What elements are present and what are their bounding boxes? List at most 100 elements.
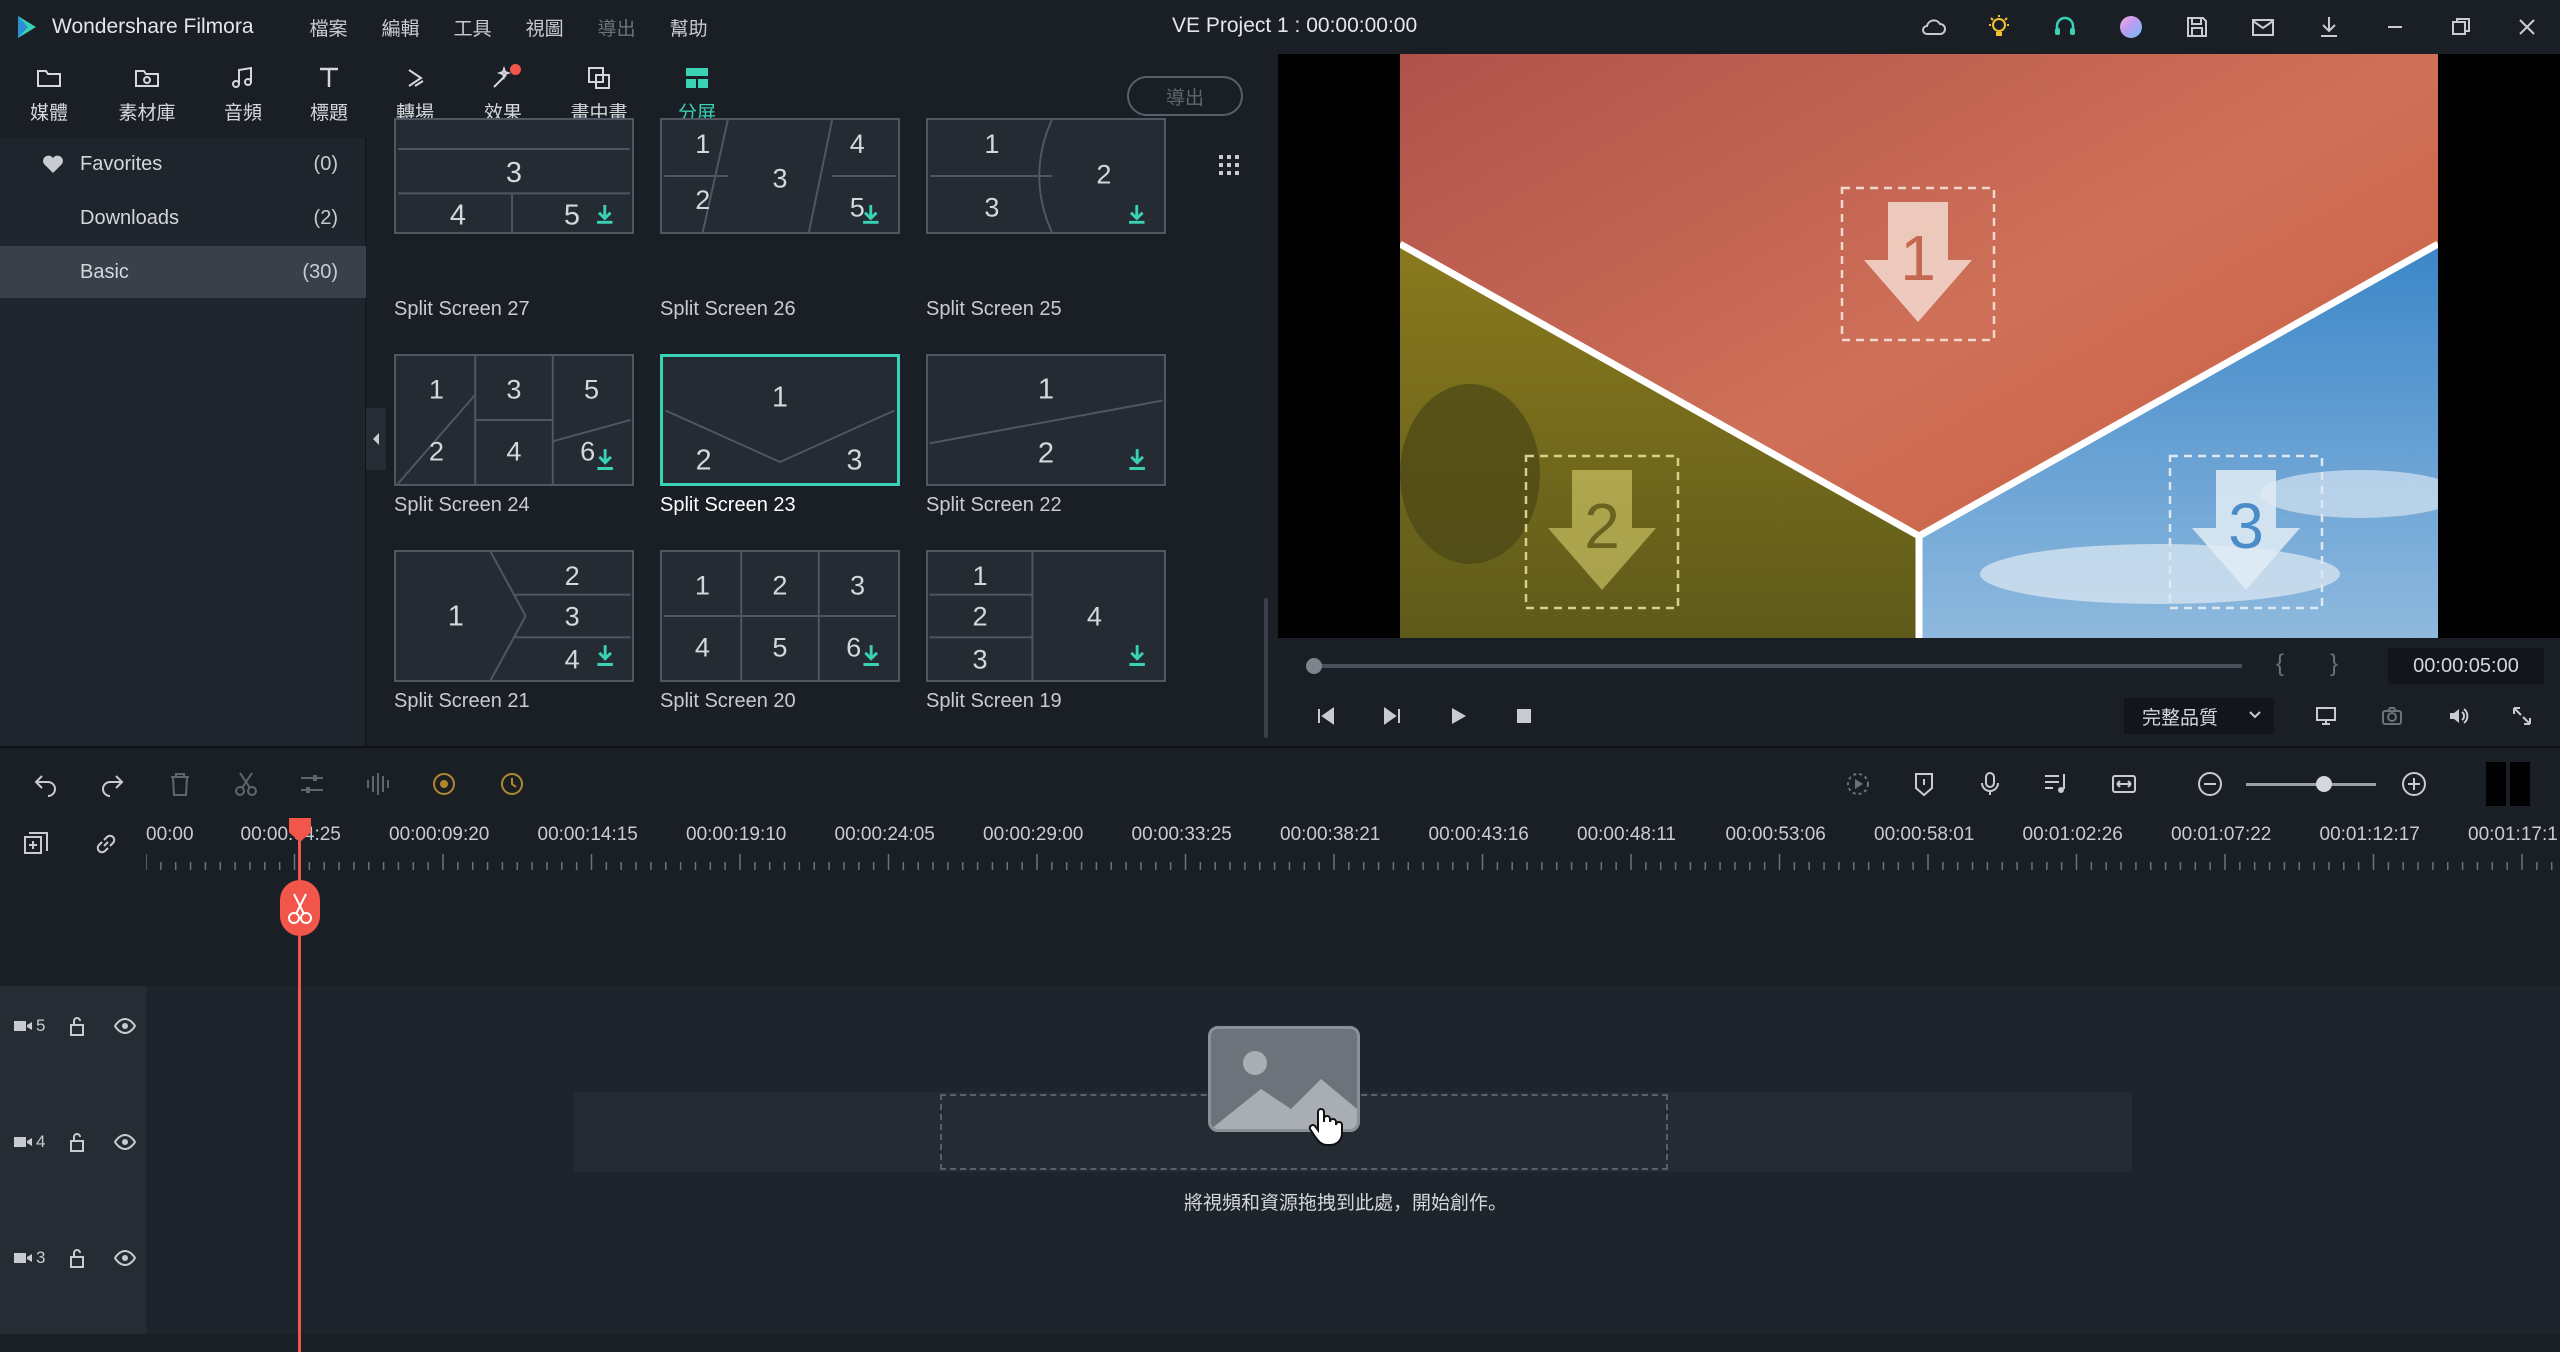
color-match-button[interactable] — [426, 766, 462, 802]
layout-toggle-button[interactable] — [2484, 760, 2532, 808]
menu-view[interactable]: 視圖 — [526, 14, 564, 41]
region-label: 4 — [695, 632, 710, 663]
split-screen-thumbnail-22[interactable]: 1 2 — [926, 354, 1166, 486]
menu-help[interactable]: 幫助 — [670, 14, 708, 41]
save-button[interactable] — [2164, 0, 2230, 54]
category-downloads[interactable]: Downloads (2) — [0, 192, 366, 244]
split-screen-thumbnail-25[interactable]: 1 2 3 — [926, 118, 1166, 234]
render-preview-button[interactable] — [1840, 766, 1876, 802]
redo-button[interactable] — [94, 766, 130, 802]
link-button[interactable] — [88, 826, 124, 862]
tab-media[interactable]: 媒體 — [6, 60, 92, 134]
account-button[interactable] — [2098, 0, 2164, 54]
tab-label: 標題 — [309, 103, 348, 124]
speed-button[interactable] — [494, 766, 530, 802]
export-button[interactable]: 導出 — [1127, 76, 1243, 116]
menu-file[interactable]: 檔案 — [310, 14, 348, 41]
audio-track-button[interactable] — [2038, 766, 2074, 802]
adjust-button[interactable] — [294, 766, 330, 802]
split-screen-thumbnail-27[interactable]: 3 4 5 — [394, 118, 634, 234]
restore-button[interactable] — [2428, 0, 2494, 54]
region-label: 3 — [772, 164, 787, 194]
download-icon[interactable] — [863, 204, 879, 224]
download-icon[interactable] — [597, 449, 613, 470]
marker-button[interactable] — [1906, 766, 1942, 802]
ruler-ticks — [146, 854, 2553, 870]
mail-button[interactable] — [2230, 0, 2296, 54]
tab-audio[interactable]: 音頻 — [200, 60, 286, 134]
split-screen-thumbnail-19[interactable]: 1 2 3 4 — [926, 550, 1166, 682]
zoom-out-button[interactable] — [2192, 766, 2228, 802]
tab-stock-media[interactable]: 素材庫 — [104, 60, 190, 134]
split-screen-thumbnail-26[interactable]: 1 2 3 4 5 — [660, 118, 900, 234]
volume-button[interactable] — [2440, 698, 2476, 734]
region-label: 3 — [984, 193, 999, 223]
play-button[interactable] — [1440, 698, 1476, 734]
mark-in-button[interactable]: { — [2276, 650, 2284, 678]
playhead-split-button[interactable] — [280, 880, 320, 936]
lock-track-button[interactable] — [66, 1246, 88, 1270]
category-favorites[interactable]: Favorites (0) — [0, 138, 366, 190]
toggle-visibility-button[interactable] — [114, 1130, 136, 1154]
category-count: (0) — [313, 152, 338, 175]
toggle-visibility-button[interactable] — [114, 1014, 136, 1038]
split-screen-thumbnail-21[interactable]: 1 2 3 4 — [394, 550, 634, 682]
zoom-in-button[interactable] — [2396, 766, 2432, 802]
download-icon[interactable] — [863, 645, 879, 666]
split-screen-thumbnail-23[interactable]: 1 2 3 — [660, 354, 900, 486]
toggle-visibility-button[interactable] — [114, 1246, 136, 1270]
download-icon[interactable] — [1129, 204, 1145, 224]
fit-timeline-button[interactable] — [2106, 766, 2142, 802]
minimize-button[interactable] — [2362, 0, 2428, 54]
split-screen-thumbnail-20[interactable]: 1 2 3 4 5 6 — [660, 550, 900, 682]
lock-track-button[interactable] — [66, 1130, 88, 1154]
split-screen-preview-image: 1 2 3 — [1400, 54, 2438, 638]
quality-dropdown[interactable]: 完整品質 — [2124, 698, 2274, 734]
preview-canvas[interactable]: 1 2 3 — [1400, 54, 2438, 638]
display-settings-button[interactable] — [2308, 698, 2344, 734]
cut-button[interactable] — [228, 766, 264, 802]
ruler-time-label: 00:00:48:11 — [1577, 824, 1676, 845]
add-track-button[interactable] — [18, 826, 54, 862]
next-frame-button[interactable] — [1374, 698, 1410, 734]
tab-titles[interactable]: 標題 — [286, 60, 372, 134]
scrubber-knob[interactable] — [1306, 658, 1322, 674]
lock-track-button[interactable] — [66, 1014, 88, 1038]
zoom-slider[interactable] — [2246, 783, 2376, 786]
menu-edit[interactable]: 編輯 — [382, 14, 420, 41]
video-track-3[interactable] — [146, 1218, 2560, 1334]
timeline-toolbar — [0, 746, 2560, 818]
delete-button[interactable] — [162, 766, 198, 802]
collapse-panel-button[interactable] — [366, 408, 386, 470]
download-icon[interactable] — [1129, 645, 1145, 666]
fullscreen-button[interactable] — [2504, 698, 2540, 734]
audio-mixer-button[interactable] — [360, 766, 396, 802]
menu-export[interactable]: 導出 — [598, 14, 636, 41]
close-button[interactable] — [2494, 0, 2560, 54]
split-screen-thumbnail-24[interactable]: 1 3 5 2 4 6 — [394, 354, 634, 486]
gallery-scrollbar[interactable] — [1264, 598, 1268, 738]
thumbnail-label: Split Screen 26 — [660, 298, 796, 320]
split-screen-27-layout: 3 4 5 — [398, 148, 630, 232]
voiceover-button[interactable] — [1972, 766, 2008, 802]
cloud-button[interactable] — [1900, 0, 1966, 54]
category-basic[interactable]: Basic (30) — [0, 246, 366, 298]
playback-scrubber[interactable] — [1312, 664, 2242, 668]
support-button[interactable] — [2032, 0, 2098, 54]
split-screen-25-layout: 1 2 3 — [930, 120, 1145, 232]
mark-out-button[interactable]: } — [2330, 650, 2338, 678]
zoom-slider-knob[interactable] — [2316, 776, 2332, 792]
download-icon[interactable] — [597, 645, 613, 666]
tips-button[interactable] — [1966, 0, 2032, 54]
video-track-icon — [14, 1253, 32, 1263]
download-button[interactable] — [2296, 0, 2362, 54]
download-icon[interactable] — [1129, 449, 1145, 470]
previous-frame-button[interactable] — [1308, 698, 1344, 734]
stop-button[interactable] — [1506, 698, 1542, 734]
download-icon[interactable] — [597, 204, 613, 224]
undo-button[interactable] — [28, 766, 64, 802]
grid-view-icon[interactable] — [1218, 154, 1240, 176]
snapshot-button[interactable] — [2374, 698, 2410, 734]
timeline-ruler[interactable]: 00:00 00:00:04:25 00:00:09:20 00:00:14:15 00… — [0, 818, 2560, 870]
menu-tools[interactable]: 工具 — [454, 14, 492, 41]
